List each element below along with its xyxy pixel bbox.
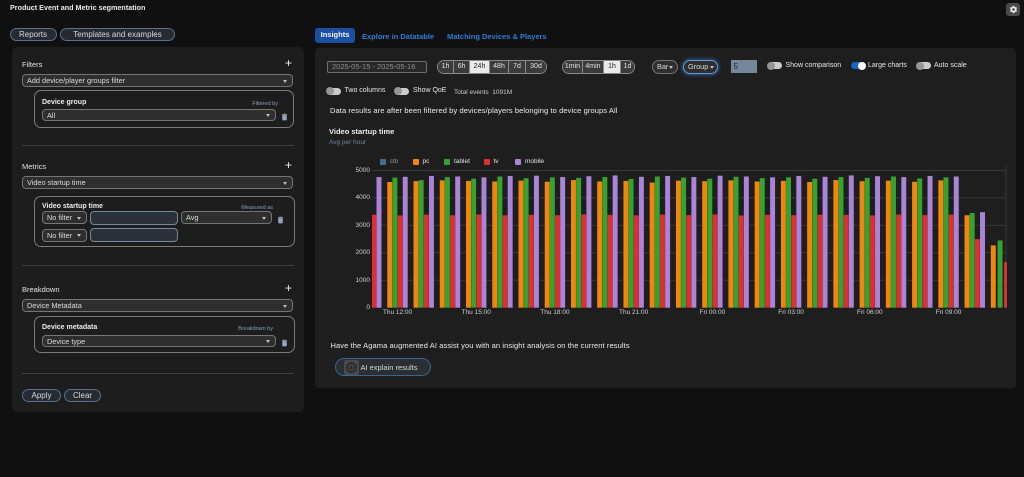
svg-text:AI: AI bbox=[349, 366, 355, 372]
